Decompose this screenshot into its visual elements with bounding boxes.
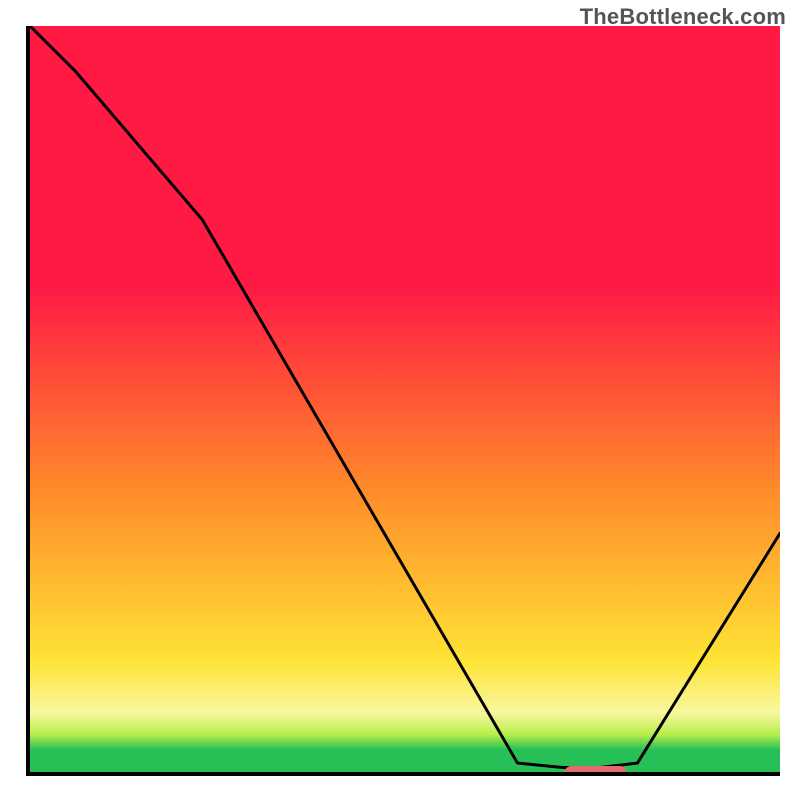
curve-layer xyxy=(30,26,780,772)
plot-area xyxy=(26,26,780,776)
optimum-range-marker xyxy=(565,766,625,777)
chart-root: TheBottleneck.com xyxy=(0,0,800,800)
bottleneck-curve xyxy=(30,26,780,768)
